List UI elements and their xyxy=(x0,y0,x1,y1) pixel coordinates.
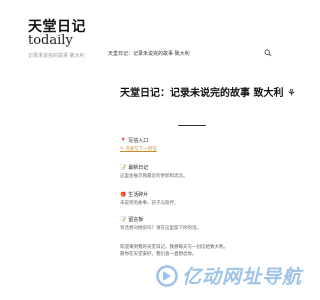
sidebar: 天堂日记 todaily 记录未说完的故事 致大利 xyxy=(0,0,96,300)
section-heading: 🎁 生活碎片 xyxy=(120,191,290,199)
site-tagline: 记录未说完的故事 致大利 xyxy=(28,53,85,59)
watermark-logo-icon xyxy=(156,264,178,287)
watermark-text: 亿动网址导航 xyxy=(182,267,303,288)
section-heading: 📝 留言板 xyxy=(120,216,290,224)
breadcrumb: 天堂日记：记录未说完的故事 致大利 xyxy=(108,51,190,57)
site-subtitle: todaily xyxy=(28,33,73,48)
pin-icon: 📍 xyxy=(120,137,127,144)
section-heading-text[interactable]: 留言板 xyxy=(128,216,143,223)
welcome-text: 欢迎来到我的天堂日记，我想每天写一封信给致大利。 愿你在天堂安好，我们会一直想念… xyxy=(120,244,290,258)
section-text: 有话想对她说吗？请在这里留下你的话。 xyxy=(120,226,201,231)
gift-icon: 🎁 xyxy=(120,191,127,198)
welcome-line: 欢迎来到我的天堂日记，我想每天写一封信给致大利。 xyxy=(120,245,228,250)
top-bar: 天堂日记：记录未说完的故事 致大利 xyxy=(108,48,276,58)
memo-icon: 📝 xyxy=(120,164,127,171)
section-write-letter: 📍 写信入口 ✎ 点此写下一封信 xyxy=(120,137,290,153)
section-latest-diary: 📝 最新日记 这里会展示我最近的更新和思念。 xyxy=(120,164,290,180)
section-heading-text: 生活碎片 xyxy=(128,192,149,198)
section-heading-text: 最新日记 xyxy=(128,165,149,171)
section-text: 这里会展示我最近的更新和思念。 xyxy=(120,174,188,179)
watermark: 亿动网址导航 xyxy=(156,262,302,289)
section-text: 未说完的故事、孩子与陪伴。 xyxy=(120,201,179,206)
welcome-line: 愿你在天堂安好，我们会一直想念你。 xyxy=(120,252,197,257)
note-icon: 📝 xyxy=(120,216,127,223)
title-divider xyxy=(178,125,206,126)
search-icon[interactable] xyxy=(264,49,272,57)
section-message-board: 📝 留言板 有话想对她说吗？请在这里留下你的话。 xyxy=(120,216,290,232)
section-life-fragments: 🎁 生活碎片 未说完的故事、孩子与陪伴。 xyxy=(120,191,290,207)
article-title: 天堂日记：记录未说完的故事 致大利 ⚘ xyxy=(120,88,296,99)
page: 天堂日记 todaily 记录未说完的故事 致大利 天堂日记：记录未说完的故事 … xyxy=(0,0,302,300)
write-letter-link[interactable]: ✎ 点此写下一封信 xyxy=(120,146,290,152)
section-heading: 📍 写信入口 xyxy=(120,137,290,145)
section-heading-text: 写信入口 xyxy=(128,138,149,144)
section-heading: 📝 最新日记 xyxy=(120,164,290,172)
